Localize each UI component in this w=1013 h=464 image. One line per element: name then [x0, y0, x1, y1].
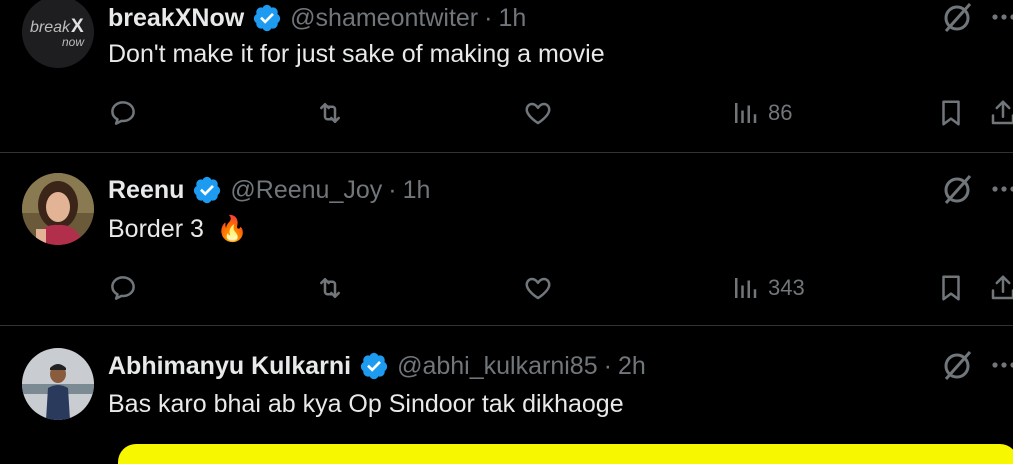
views-button[interactable]: 343 — [730, 268, 805, 308]
svg-text:X: X — [71, 16, 84, 37]
views-icon — [735, 103, 757, 123]
timestamp[interactable]: 1h — [498, 4, 526, 33]
grok-icon[interactable] — [940, 0, 974, 34]
more-icon[interactable] — [990, 7, 1013, 27]
tweet-header: Abhimanyu Kulkarni @abhi_kulkarni85 · 2h — [108, 348, 646, 384]
reply-icon — [111, 101, 135, 125]
retweet-icon — [320, 278, 340, 298]
author-handle[interactable]: @Reenu_Joy — [230, 176, 382, 205]
author-name[interactable]: Abhimanyu Kulkarni — [108, 352, 351, 381]
bookmark-icon — [942, 275, 960, 301]
reply-button[interactable] — [108, 93, 138, 133]
tweet-text-body: Border 3 — [108, 215, 204, 243]
verified-badge-icon — [194, 176, 221, 204]
views-icon — [735, 278, 757, 298]
tweet-card[interactable]: Reenu @Reenu_Joy · 1h Border 3 🔥 343 — [0, 153, 1013, 325]
author-name[interactable]: Reenu — [108, 176, 184, 205]
tweet-header: Reenu @Reenu_Joy · 1h — [108, 172, 430, 208]
reply-icon — [111, 276, 135, 300]
media-preview[interactable] — [118, 444, 1013, 464]
tweet-card[interactable]: break X now breakXNow @shameontwiter · 1… — [0, 0, 1013, 152]
tweet-text: Bas karo bhai ab kya Op Sindoor tak dikh… — [108, 390, 624, 418]
view-count: 343 — [768, 275, 805, 300]
svg-text:break: break — [30, 19, 71, 36]
share-icon — [991, 275, 1013, 300]
like-button[interactable] — [523, 268, 553, 308]
author-handle[interactable]: @shameontwiter — [290, 4, 478, 33]
separator-dot: · — [484, 3, 493, 32]
verified-badge-icon — [360, 352, 388, 380]
bookmark-button[interactable] — [936, 93, 966, 133]
view-count: 86 — [768, 100, 793, 125]
like-icon — [525, 277, 551, 300]
avatar[interactable]: break X now — [22, 0, 94, 68]
profile-photo — [22, 173, 94, 245]
views-button[interactable]: 86 — [730, 93, 792, 133]
tweet-actions: 86 — [0, 93, 1013, 133]
timeline-feed: break X now breakXNow @shameontwiter · 1… — [0, 0, 1013, 464]
tweet-header: breakXNow @shameontwiter · 1h — [108, 0, 526, 36]
retweet-icon — [320, 103, 340, 123]
like-button[interactable] — [523, 93, 553, 133]
svg-text:now: now — [62, 35, 85, 49]
avatar[interactable] — [22, 348, 94, 420]
reply-button[interactable] — [108, 268, 138, 308]
author-handle[interactable]: @abhi_kulkarni85 — [397, 352, 598, 381]
tweet-text: Border 3 🔥 — [108, 215, 248, 244]
breakxnow-logo: break X now — [22, 0, 94, 68]
retweet-button[interactable] — [315, 268, 345, 308]
like-icon — [525, 102, 551, 125]
grok-icon[interactable] — [940, 172, 974, 206]
grok-icon[interactable] — [940, 348, 974, 382]
share-icon — [991, 100, 1013, 125]
timestamp[interactable]: 1h — [403, 176, 431, 205]
timestamp[interactable]: 2h — [618, 352, 646, 381]
separator-dot: · — [388, 175, 397, 204]
retweet-button[interactable] — [315, 93, 345, 133]
avatar[interactable] — [22, 173, 94, 245]
more-icon[interactable] — [990, 179, 1013, 199]
tweet-actions: 343 — [0, 268, 1013, 308]
separator-dot: · — [603, 351, 612, 380]
share-button[interactable] — [988, 93, 1013, 133]
bookmark-icon — [942, 100, 960, 126]
author-name[interactable]: breakXNow — [108, 4, 244, 33]
more-icon[interactable] — [990, 355, 1013, 375]
share-button[interactable] — [988, 268, 1013, 308]
bookmark-button[interactable] — [936, 268, 966, 308]
profile-photo — [22, 348, 94, 420]
verified-badge-icon — [254, 4, 281, 32]
fire-emoji: 🔥 — [216, 215, 248, 243]
tweet-card[interactable]: Abhimanyu Kulkarni @abhi_kulkarni85 · 2h… — [0, 326, 1013, 464]
tweet-text: Don't make it for just sake of making a … — [108, 40, 605, 68]
